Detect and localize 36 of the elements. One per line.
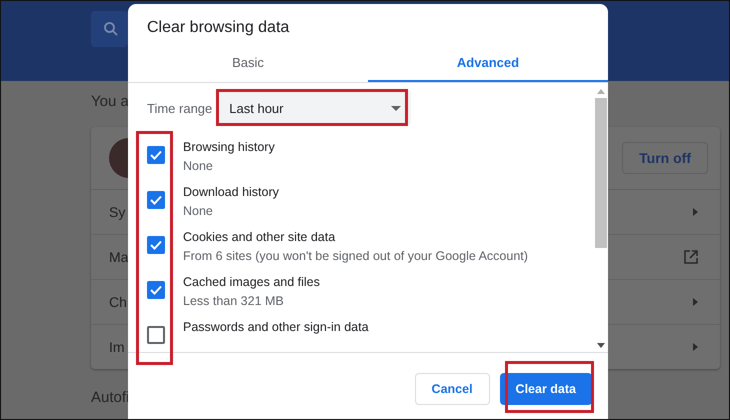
external-link-icon xyxy=(684,250,698,264)
tab[interactable]: Advanced xyxy=(368,50,608,82)
turn-off-button[interactable]: Turn off xyxy=(622,142,708,174)
option-detail: Less than 321 MB xyxy=(183,294,285,308)
settings-row-label[interactable]: Im xyxy=(109,339,125,355)
option-label: Cookies and other site data xyxy=(183,230,336,244)
checkbox[interactable] xyxy=(147,236,165,254)
option-detail: From 6 sites (you won't be signed out of your Google Account) xyxy=(183,249,528,263)
checkbox[interactable] xyxy=(147,281,165,299)
arrow-icon xyxy=(693,298,698,306)
dropdown-caret-icon xyxy=(391,106,402,110)
option-label: Passwords and other sign-in data xyxy=(183,320,369,334)
option-label: Cached images and files xyxy=(183,275,320,289)
dialog-title: Clear browsing data xyxy=(147,19,290,38)
clear-data-button[interactable]: Clear data xyxy=(500,373,592,405)
settings-row-label[interactable]: Ma xyxy=(109,249,128,265)
option-detail: None xyxy=(183,204,214,218)
settings-row-label[interactable]: Ch xyxy=(109,294,127,310)
scroll-down-arrow-icon[interactable] xyxy=(597,343,605,348)
time-range-label: Time range xyxy=(147,100,212,116)
section-heading: You a xyxy=(91,93,129,112)
arrow-icon xyxy=(693,343,698,351)
search-field[interactable] xyxy=(91,11,128,47)
cancel-button[interactable]: Cancel xyxy=(414,373,490,405)
option-label: Download history xyxy=(183,185,279,199)
search-icon xyxy=(103,21,119,37)
time-range-dropdown[interactable]: Last hour xyxy=(220,92,412,124)
tab[interactable]: Basic xyxy=(128,50,368,82)
checkbox[interactable] xyxy=(147,146,165,164)
checkbox[interactable] xyxy=(147,326,165,344)
arrow-icon xyxy=(693,208,698,216)
option-detail: None xyxy=(183,159,214,173)
section-heading: Autofi xyxy=(91,389,130,406)
settings-row-label[interactable]: Sy xyxy=(109,204,126,220)
option-label: Browsing history xyxy=(183,140,275,154)
checkbox[interactable] xyxy=(147,191,165,209)
